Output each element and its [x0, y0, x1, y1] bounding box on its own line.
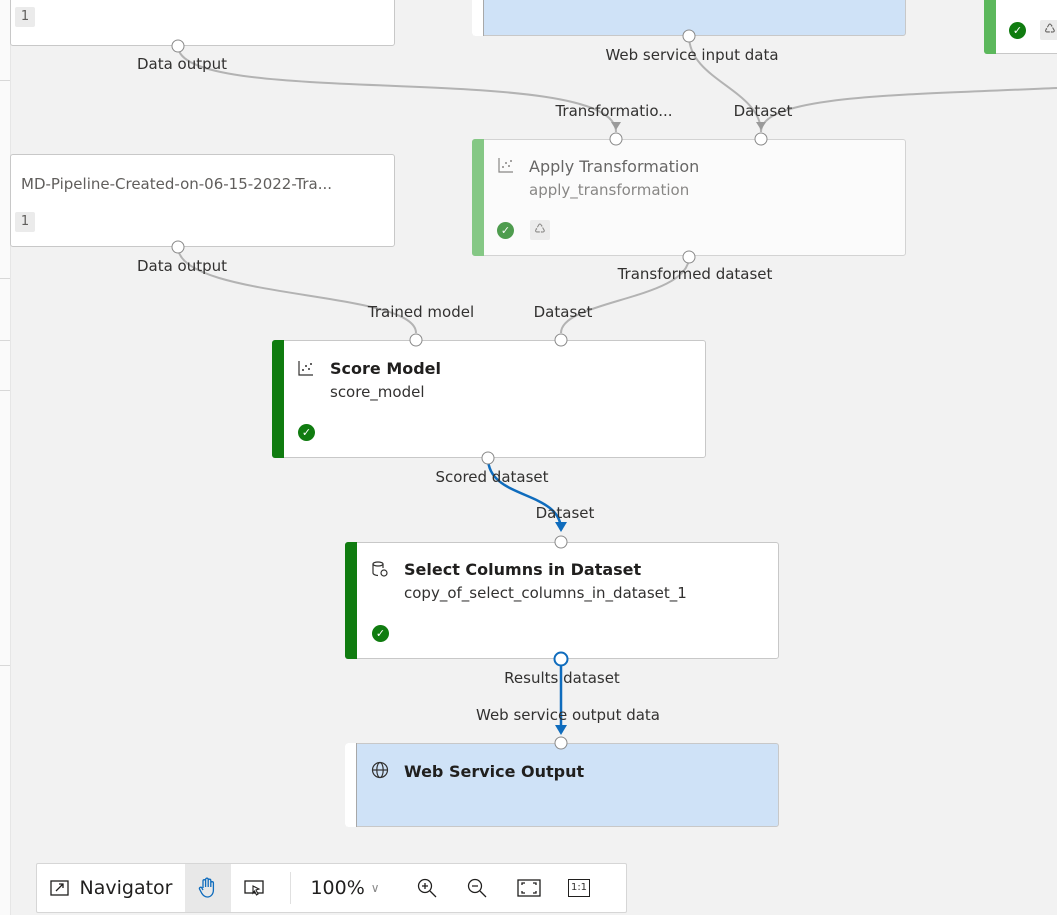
port-label-dataset: Dataset [733, 102, 793, 120]
output-port[interactable] [682, 250, 696, 264]
port-label-trained-model: Trained model [367, 303, 475, 321]
zoom-out-button[interactable] [457, 864, 497, 912]
pan-tool-button[interactable] [185, 864, 231, 912]
input-port[interactable] [554, 736, 568, 750]
actual-size-button[interactable]: 1:1 [559, 864, 599, 912]
navigator-icon [49, 880, 69, 896]
run-count-badge: 1 [15, 7, 35, 27]
zoom-out-icon [467, 878, 487, 898]
globe-icon [371, 761, 389, 779]
arrowhead-transformation [611, 122, 621, 130]
input-port[interactable] [609, 132, 623, 146]
check-circle-icon: ✓ [298, 424, 315, 441]
apply-transformation-node[interactable]: Apply Transformation apply_transformatio… [472, 139, 906, 256]
navigator-label: Navigator [79, 877, 173, 899]
select-pointer-icon [244, 880, 264, 896]
port-label-data-output: Data output [136, 55, 228, 73]
zoom-level: 100% [310, 877, 365, 899]
port-label-web-service-input: Web service input data [605, 46, 779, 64]
select-columns-icon [372, 561, 388, 577]
output-port[interactable] [171, 39, 185, 53]
input-port[interactable] [754, 132, 768, 146]
scatter-icon [498, 158, 513, 173]
arrowhead-dataset [756, 122, 766, 130]
port-label-data-output: Data output [136, 257, 228, 275]
top-left-module-node[interactable]: 1 [10, 0, 395, 46]
zoom-in-button[interactable] [407, 864, 447, 912]
output-port[interactable] [171, 240, 185, 254]
arrowhead-select-dataset [555, 522, 567, 532]
dataset-title: MD-Pipeline-Created-on-06-15-2022-Tra... [21, 175, 333, 193]
module-name: score_model [330, 383, 425, 401]
output-port[interactable] [481, 451, 495, 465]
module-name: apply_transformation [529, 181, 690, 199]
select-tool-button[interactable] [233, 864, 277, 912]
module-title: Apply Transformation [529, 157, 700, 176]
check-circle-icon: ✓ [372, 625, 389, 642]
edge-right-to-dataset [760, 87, 1057, 133]
arrowhead-web-output [555, 725, 567, 735]
top-right-module-node[interactable]: ✓ ♺ [984, 0, 1057, 54]
scatter-icon [298, 361, 313, 376]
check-circle-icon: ✓ [497, 222, 514, 239]
fit-screen-icon [517, 879, 541, 897]
select-columns-node[interactable]: Select Columns in Dataset copy_of_select… [345, 542, 779, 659]
zoom-level-dropdown[interactable]: 100% ∨ [299, 864, 391, 912]
port-label-dataset: Dataset [533, 303, 593, 321]
fit-to-screen-button[interactable] [509, 864, 549, 912]
recycle-icon: ♺ [530, 220, 550, 240]
output-port[interactable] [682, 29, 696, 43]
output-port-selected[interactable] [553, 651, 569, 667]
port-label-scored-dataset: Scored dataset [435, 468, 549, 486]
check-circle-icon: ✓ [1009, 22, 1026, 39]
input-port[interactable] [554, 333, 568, 347]
port-label-results-dataset: Results dataset [504, 669, 620, 687]
canvas-toolbar: Navigator 100% ∨ 1:1 [36, 863, 627, 913]
module-title: Select Columns in Dataset [404, 560, 642, 579]
module-title: Score Model [330, 359, 442, 378]
port-label-web-service-output-data: Web service output data [476, 706, 660, 724]
port-label-transformed-dataset: Transformed dataset [617, 265, 773, 283]
zoom-in-icon [417, 878, 437, 898]
input-port[interactable] [409, 333, 423, 347]
edge-data-output-to-transformation [177, 45, 617, 133]
score-model-node[interactable]: Score Model score_model ✓ [272, 340, 706, 458]
actual-size-label: 1:1 [570, 882, 588, 893]
port-label-dataset: Dataset [535, 504, 595, 522]
actual-size-icon: 1:1 [568, 879, 590, 897]
run-count-badge: 1 [15, 212, 35, 232]
hand-icon [198, 877, 215, 898]
chevron-down-icon: ∨ [370, 881, 380, 895]
module-name: copy_of_select_columns_in_dataset_1 [404, 584, 687, 602]
navigator-button[interactable]: Navigator [43, 864, 179, 912]
port-label-transformation: Transformatio... [555, 102, 673, 120]
md-pipeline-dataset-node[interactable]: MD-Pipeline-Created-on-06-15-2022-Tra...… [10, 154, 395, 247]
recycle-icon: ♺ [1040, 20, 1057, 40]
input-port[interactable] [554, 535, 568, 549]
web-service-output-node[interactable]: Web Service Output [345, 743, 779, 827]
module-title: Web Service Output [404, 762, 585, 781]
